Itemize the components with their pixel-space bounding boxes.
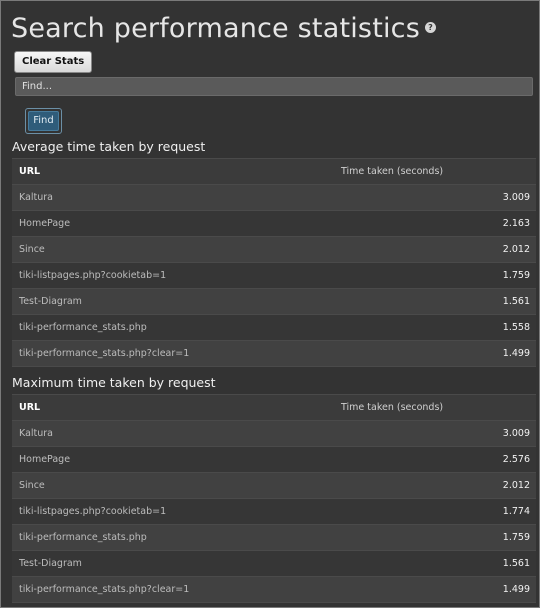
table-row: tiki-listpages.php?cookietab=1 1.759 — [12, 263, 536, 289]
time-cell: 1.558 — [502, 322, 530, 333]
time-cell: 2.163 — [502, 218, 530, 229]
table-header: URL Time taken (seconds) — [12, 159, 536, 185]
time-cell: 1.759 — [502, 270, 530, 281]
url-column-header: URL — [19, 166, 41, 177]
time-column-header: Time taken (seconds) — [341, 166, 444, 177]
url-cell: tiki-listpages.php?cookietab=1 — [19, 270, 167, 281]
url-cell: tiki-listpages.php?cookietab=1 — [19, 506, 167, 517]
table-row: Kaltura 3.009 — [12, 421, 536, 447]
url-cell: HomePage — [19, 218, 71, 229]
time-cell: 3.009 — [502, 192, 530, 203]
table-header: URL Time taken (seconds) — [12, 395, 536, 421]
url-cell: Test-Diagram — [19, 558, 82, 569]
table-row: tiki-listpages.php?cookietab=1 1.774 — [12, 499, 536, 525]
find-button[interactable]: Find — [28, 111, 59, 131]
table-row: tiki-performance_stats.php?clear=1 1.499 — [12, 341, 536, 367]
time-cell: 3.009 — [502, 428, 530, 439]
time-cell: 1.499 — [502, 348, 530, 359]
table-row: Test-Diagram 1.561 — [12, 551, 536, 577]
url-cell: Test-Diagram — [19, 296, 82, 307]
time-cell: 1.561 — [502, 296, 530, 307]
url-cell: tiki-performance_stats.php?clear=1 — [19, 348, 190, 359]
table-row: tiki-performance_stats.php 1.558 — [12, 315, 536, 341]
time-cell: 2.576 — [502, 454, 530, 465]
table-row: Test-Diagram 1.561 — [12, 289, 536, 315]
average-time-table: URL Time taken (seconds) Kaltura 3.009 Hom… — [12, 158, 536, 367]
table-row: HomePage 2.163 — [12, 211, 536, 237]
clear-stats-button[interactable]: Clear Stats — [14, 51, 93, 73]
time-cell: 1.759 — [502, 532, 530, 543]
help-icon[interactable]: ? — [425, 22, 436, 33]
url-cell: tiki-performance_stats.php — [19, 322, 147, 333]
table-row: HomePage 2.576 — [12, 447, 536, 473]
url-cell: Kaltura — [19, 428, 53, 439]
time-column-header: Time taken (seconds) — [341, 402, 444, 413]
page-title: Search performance statistics? — [11, 12, 436, 46]
url-cell: tiki-performance_stats.php?clear=1 — [19, 584, 190, 595]
time-cell: 2.012 — [502, 480, 530, 491]
table-row: Since 2.012 — [12, 237, 536, 263]
url-cell: Kaltura — [19, 192, 53, 203]
maximum-section-title: Maximum time taken by request — [12, 375, 216, 390]
url-cell: Since — [19, 244, 45, 255]
table-row: Kaltura 3.009 — [12, 185, 536, 211]
stats-panel: Search performance statistics? Clear Sta… — [0, 0, 540, 608]
table-row: tiki-performance_stats.php?clear=1 1.499 — [12, 577, 536, 603]
url-cell: Since — [19, 480, 45, 491]
time-cell: 2.012 — [502, 244, 530, 255]
table-row: tiki-performance_stats.php 1.759 — [12, 525, 536, 551]
time-cell: 1.774 — [502, 506, 530, 517]
table-row: Since 2.012 — [12, 473, 536, 499]
maximum-time-table: URL Time taken (seconds) Kaltura 3.009 Hom… — [12, 394, 536, 603]
url-cell: HomePage — [19, 454, 71, 465]
find-input[interactable]: Find... — [15, 77, 533, 96]
url-column-header: URL — [19, 402, 41, 413]
time-cell: 1.561 — [502, 558, 530, 569]
time-cell: 1.499 — [502, 584, 530, 595]
find-button-focus-ring: Find — [25, 108, 62, 134]
page-title-text: Search performance statistics — [11, 13, 420, 44]
url-cell: tiki-performance_stats.php — [19, 532, 147, 543]
average-section-title: Average time taken by request — [12, 139, 206, 154]
